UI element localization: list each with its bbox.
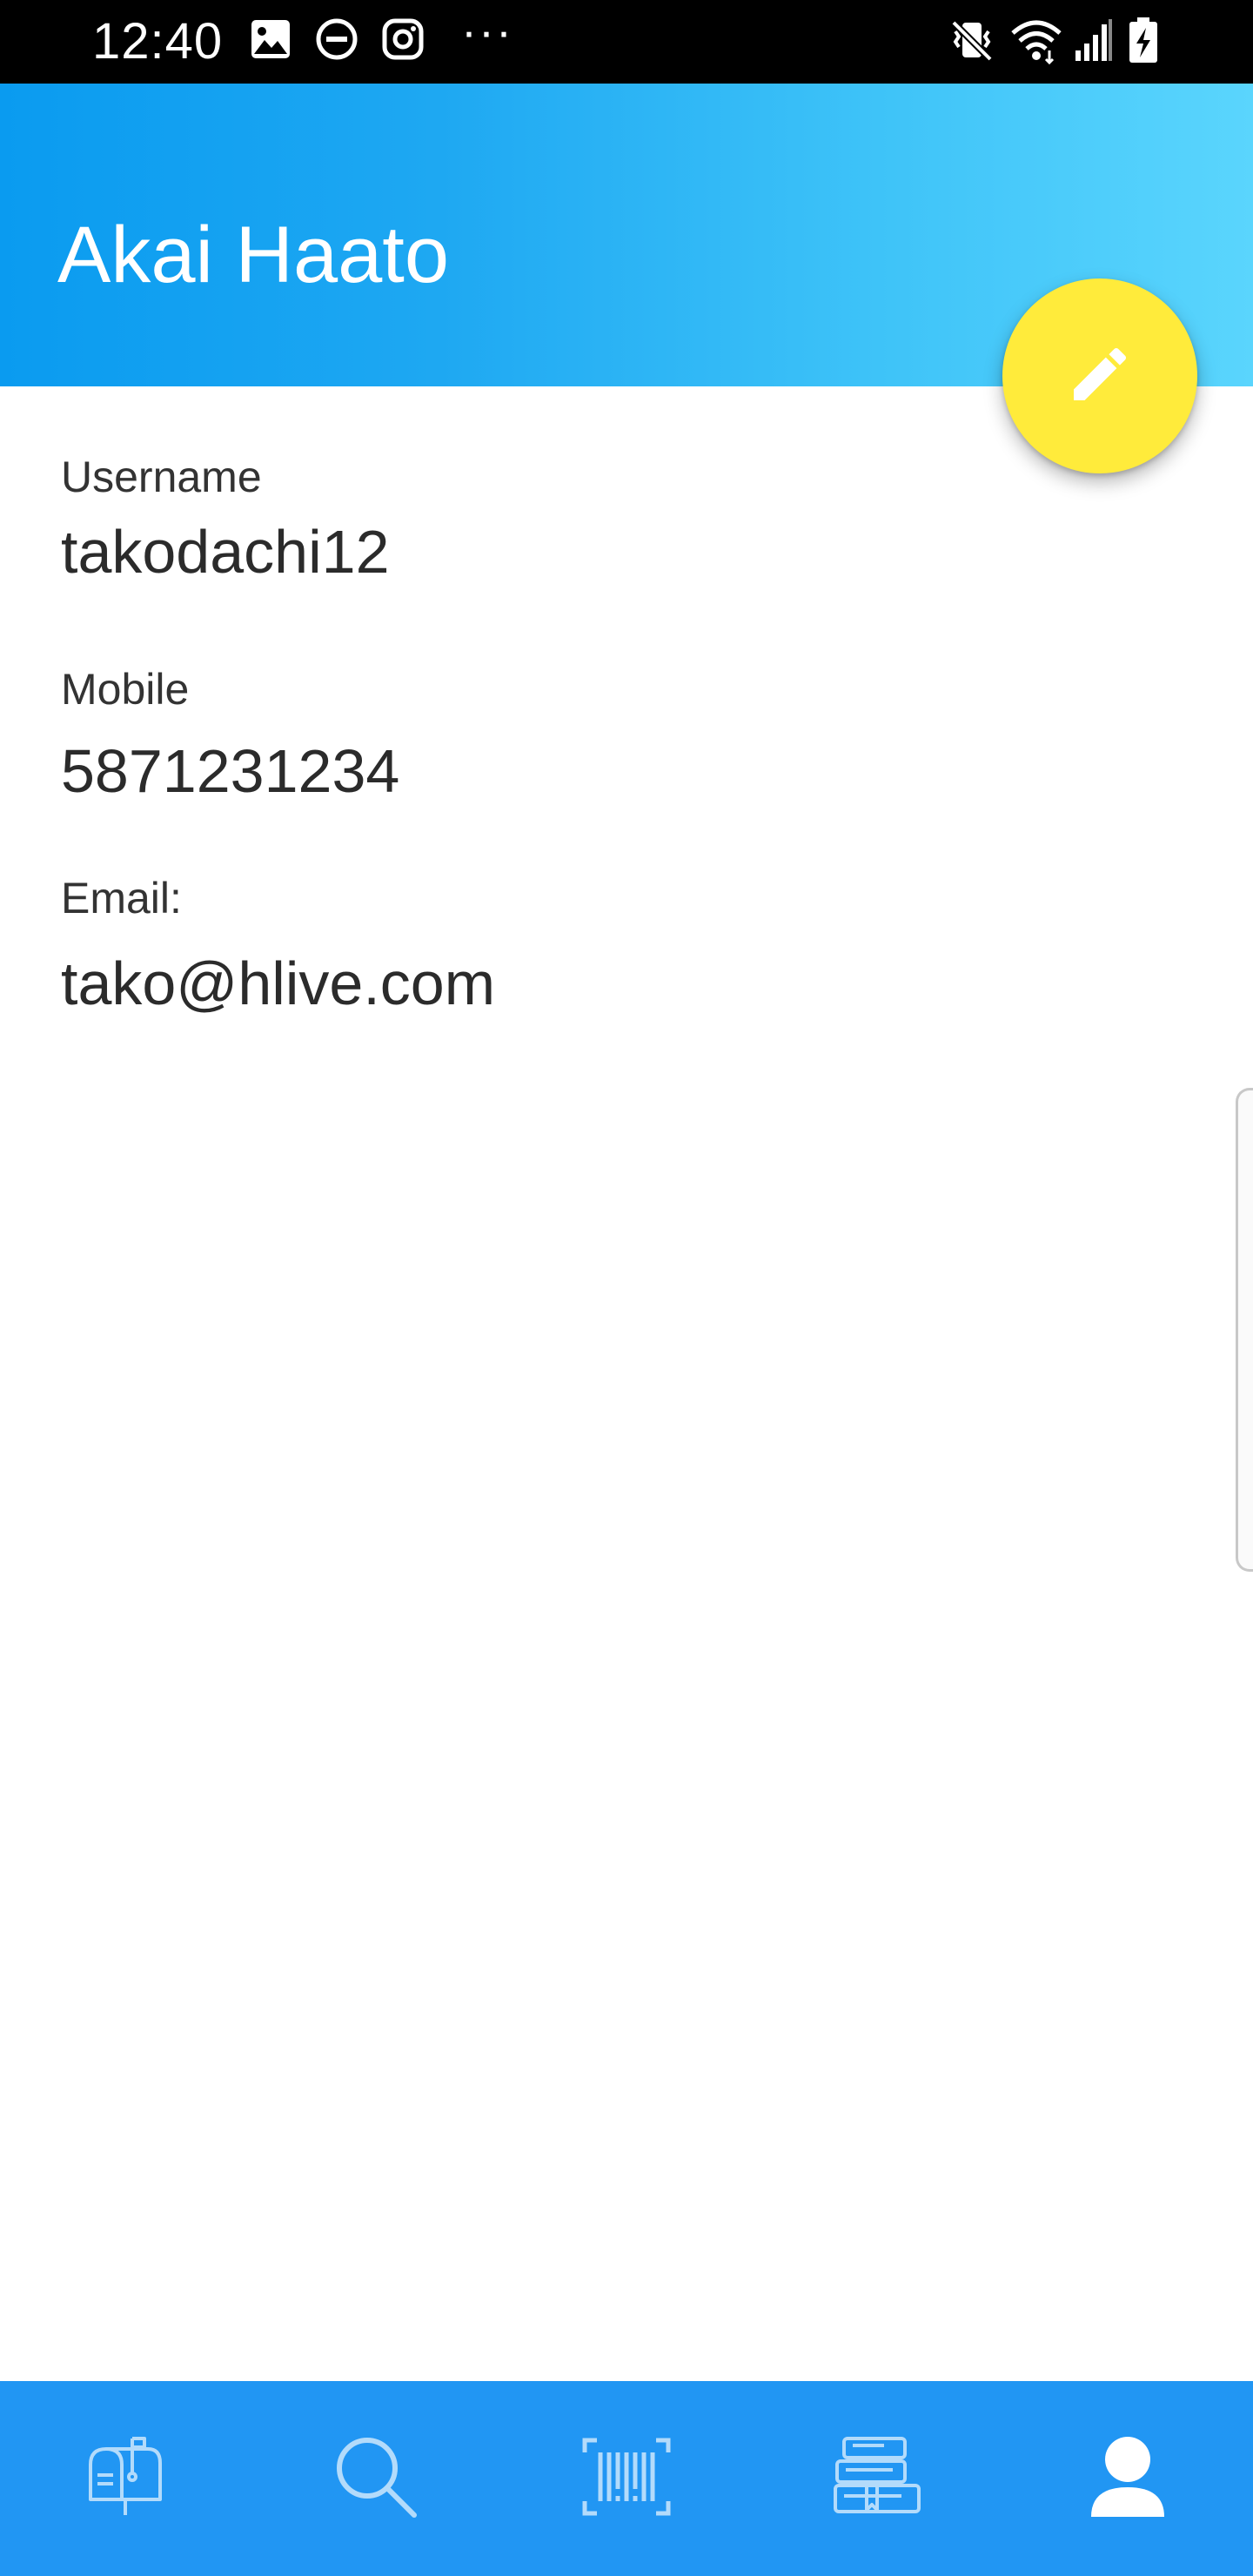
profile-screen: 12:40 ··· Akai Haato Username takodachi1… — [0, 0, 1253, 2576]
username-label: Username — [61, 453, 262, 501]
status-bar: 12:40 ··· — [0, 0, 1253, 84]
nav-library[interactable] — [752, 2381, 1002, 2576]
barcode-scan-icon — [581, 2437, 672, 2521]
image-icon — [249, 17, 292, 65]
nav-barcode-scan[interactable] — [501, 2381, 752, 2576]
mobile-label: Mobile — [61, 665, 190, 714]
instagram-icon — [381, 17, 425, 65]
nav-search[interactable] — [251, 2381, 501, 2576]
cell-signal-icon — [1074, 17, 1114, 67]
email-label: Email: — [61, 874, 182, 922]
search-icon — [331, 2432, 421, 2526]
profile-name: Akai Haato — [57, 211, 450, 299]
edge-panel-handle[interactable] — [1236, 1088, 1253, 1572]
battery-charging-icon — [1128, 17, 1159, 69]
vibrate-mute-icon — [948, 17, 995, 69]
username-value: takodachi12 — [61, 518, 390, 586]
wifi-icon — [1009, 17, 1063, 69]
profile-icon — [1086, 2433, 1169, 2525]
do-not-disturb-icon — [315, 17, 358, 65]
mailbox-icon — [85, 2432, 165, 2526]
edit-pencil-icon — [1065, 339, 1135, 413]
email-value: tako@hlive.com — [61, 949, 496, 1017]
nav-profile[interactable] — [1002, 2381, 1253, 2576]
status-time: 12:40 — [92, 13, 224, 70]
bottom-navigation — [0, 2381, 1253, 2576]
nav-mailbox[interactable] — [0, 2381, 251, 2576]
books-icon — [832, 2435, 922, 2523]
more-notifications-icon: ··· — [461, 5, 513, 57]
mobile-value: 5871231234 — [61, 737, 400, 805]
edit-profile-button[interactable] — [1002, 278, 1197, 473]
